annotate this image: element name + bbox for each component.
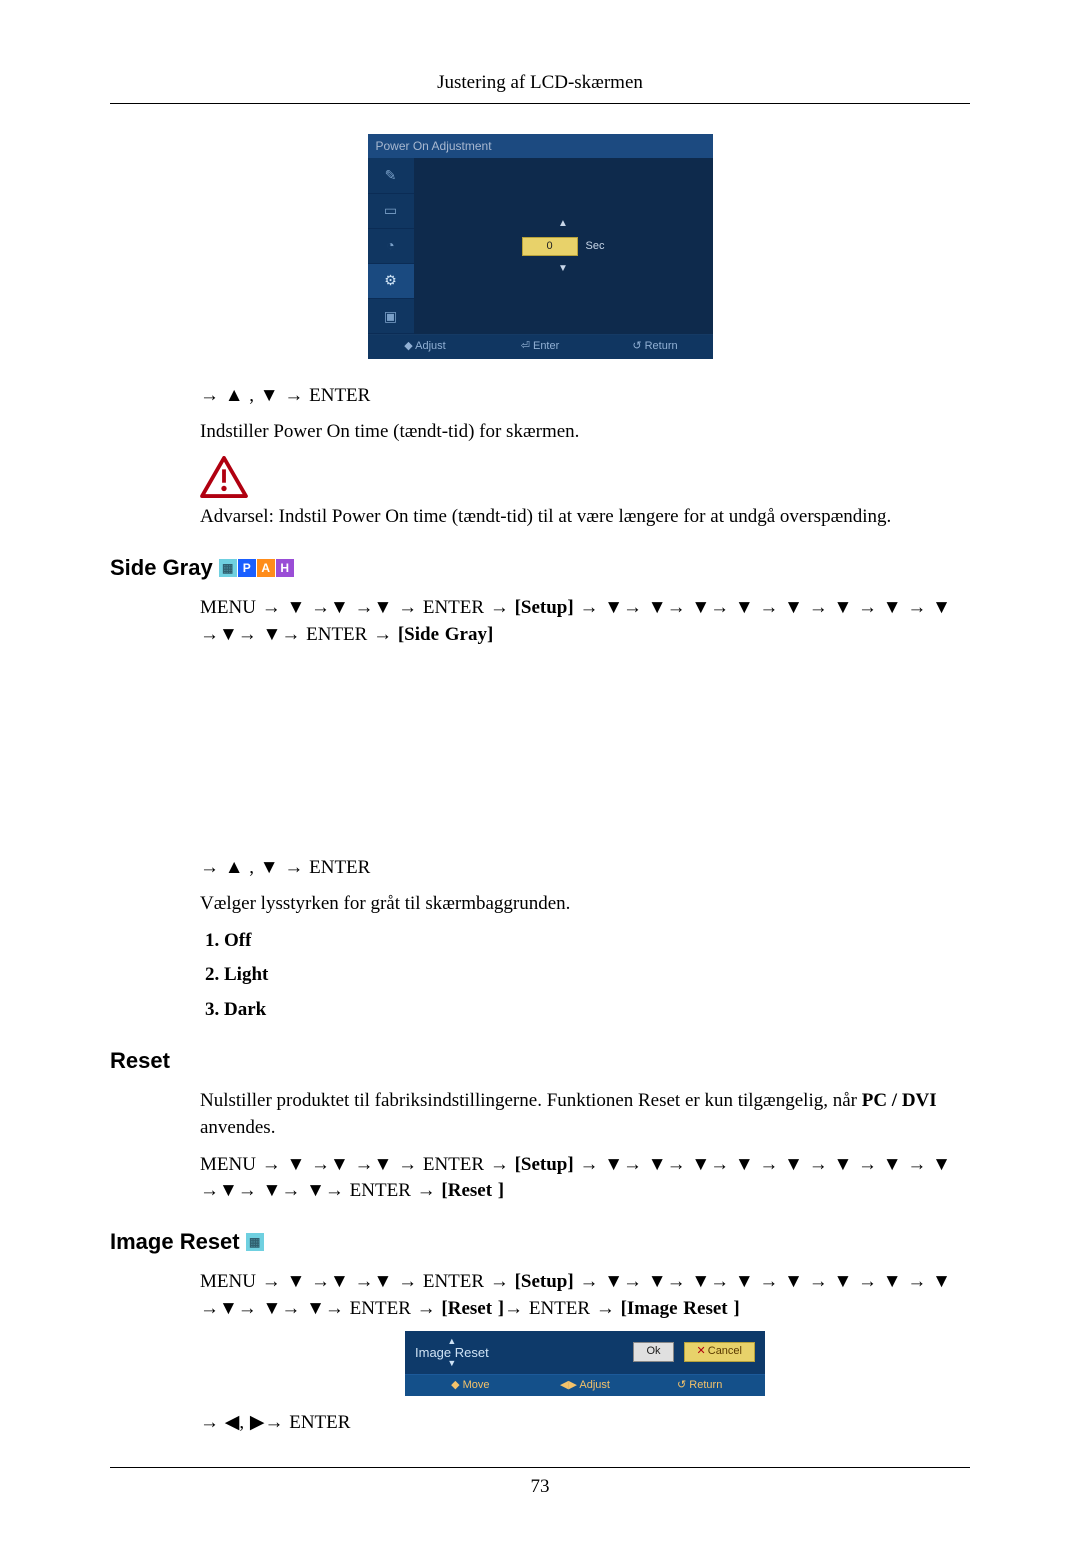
- side-gray-menu-seq: MENU → ▼ →▼ →▼ → ENTER → [Setup] → ▼→ ▼→…: [200, 595, 970, 648]
- page-number: 73: [110, 1474, 970, 1501]
- power-on-desc: Indstiller Power On time (tændt-tid) for…: [200, 419, 970, 446]
- osd1-footer-return: ↺ Return: [598, 339, 713, 354]
- osd1-unit: Sec: [586, 239, 605, 254]
- osd2-arrow-down-icon: ▼: [447, 1359, 456, 1368]
- osd1-arrow-down-icon: ▼: [558, 262, 568, 276]
- mode-icon-h: H: [276, 559, 294, 577]
- osd1-footer: ◆ Adjust ⏎ Enter ↺ Return: [368, 334, 713, 358]
- osd2-footer-return: ↺ Return: [642, 1378, 757, 1393]
- cancel-x-icon: ✕: [697, 1345, 706, 1357]
- side-gray-option-dark: Dark: [224, 997, 970, 1024]
- mode-icon-pc-2: ▦: [246, 1233, 264, 1251]
- osd1-footer-enter: ⏎ Enter: [483, 339, 598, 354]
- osd1-icon-2: ▭: [368, 194, 414, 229]
- bottom-rule: [110, 1467, 970, 1468]
- osd2-cancel-button: ✕Cancel: [684, 1342, 755, 1361]
- osd1-icon-4-gear: ⚙: [368, 264, 414, 299]
- mode-icon-a: A: [257, 559, 275, 577]
- image-reset-mode-icons: ▦: [246, 1233, 264, 1251]
- reset-menu-seq: MENU → ▼ →▼ →▼ → ENTER → [Setup] → ▼→ ▼→…: [200, 1152, 970, 1205]
- osd2-ok-button: Ok: [633, 1342, 673, 1361]
- top-rule: [110, 103, 970, 104]
- osd1-arrow-up-icon: ▲: [558, 217, 568, 231]
- side-gray-seq2: → ▲ , ▼ → ENTER: [200, 855, 970, 882]
- side-gray-option-light: Light: [224, 962, 970, 989]
- mode-icon-pc: ▦: [219, 559, 237, 577]
- osd2-title-text: Image Reset: [415, 1346, 489, 1359]
- side-gray-desc: Vælger lysstyrken for gråt til skærmbagg…: [200, 891, 970, 918]
- osd2-cancel-text: Cancel: [708, 1345, 742, 1357]
- image-reset-heading: Image Reset ▦: [110, 1227, 970, 1258]
- osd1-icon-1: ✎: [368, 158, 414, 193]
- osd2-footer: ◆ Move ◀▶ Adjust ↺ Return: [405, 1374, 765, 1396]
- osd1-title: Power On Adjustment: [376, 138, 492, 155]
- reset-heading: Reset: [110, 1046, 970, 1077]
- power-on-warning-text: Advarsel: Indstil Power On time (tændt-t…: [200, 504, 970, 531]
- image-reset-menu-seq: MENU → ▼ →▼ →▼ → ENTER → [Setup] → ▼→ ▼→…: [200, 1269, 970, 1322]
- side-gray-mode-icons: ▦ P A H: [219, 559, 294, 577]
- osd2-footer-adjust: ◀▶ Adjust: [528, 1378, 643, 1393]
- osd1-icon-5: ▣: [368, 299, 414, 334]
- osd1-sidebar: ✎ ▭ ◔ ⚙ ▣: [368, 158, 414, 334]
- osd1-footer-adjust: ◆ Adjust: [368, 339, 483, 354]
- osd-image-reset: ▲ Image Reset ▼ Ok ✕Cancel ◆ Move ◀▶ Adj…: [405, 1331, 765, 1396]
- page-header-title: Justering af LCD-skærmen: [110, 70, 970, 97]
- mode-icon-p: P: [238, 559, 256, 577]
- reset-desc: Nulstiller produktet til fabriksindstill…: [200, 1088, 970, 1141]
- osd1-main: ▲ 0 Sec ▼: [414, 158, 713, 334]
- osd1-icon-3: ◔: [368, 229, 414, 264]
- osd1-titlebar: Power On Adjustment: [368, 134, 713, 159]
- side-gray-options: Off Light Dark: [200, 928, 970, 1024]
- side-gray-heading: Side Gray ▦ P A H: [110, 553, 970, 584]
- osd1-value-box: 0: [522, 237, 578, 256]
- reset-heading-text: Reset: [110, 1046, 170, 1077]
- osd2-footer-move: ◆ Move: [413, 1378, 528, 1393]
- osd-power-on-adjustment: Power On Adjustment ✎ ▭ ◔ ⚙ ▣ ▲ 0 Sec ▼ …: [368, 134, 713, 359]
- image-reset-seq2: → ◀, ▶→ ENTER: [200, 1410, 970, 1437]
- warning-icon: [200, 456, 248, 498]
- power-on-sequence: → ▲ , ▼ → ENTER: [200, 383, 970, 410]
- image-reset-heading-text: Image Reset: [110, 1227, 240, 1258]
- side-gray-heading-text: Side Gray: [110, 553, 213, 584]
- osd2-title: ▲ Image Reset ▼: [415, 1337, 489, 1368]
- side-gray-option-off: Off: [224, 928, 970, 955]
